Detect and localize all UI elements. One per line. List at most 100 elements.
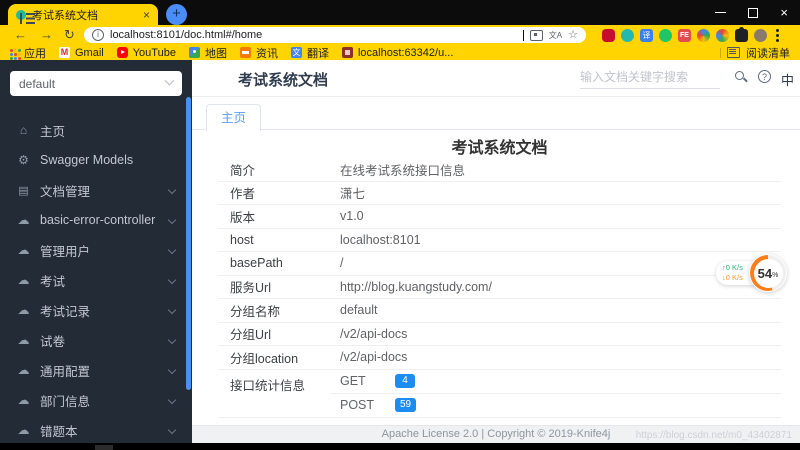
close-icon[interactable]: × bbox=[780, 6, 788, 19]
row-label: 接口统计信息 bbox=[230, 378, 306, 393]
sidebar-menu-item[interactable]: 试卷 bbox=[0, 325, 192, 355]
menu-item-label: 考试 bbox=[40, 274, 66, 289]
bookmark-label: 地图 bbox=[204, 47, 227, 60]
sidebar-menu-item[interactable]: 错题本 bbox=[0, 415, 192, 445]
url-bar[interactable]: i localhost:8101/doc.html#/home 文A ☆ bbox=[84, 27, 586, 43]
bookmark-favicon bbox=[188, 47, 200, 58]
menu-fold-icon[interactable] bbox=[20, 13, 37, 24]
doc-search[interactable] bbox=[580, 68, 720, 89]
count-badge: 4 bbox=[395, 374, 415, 388]
minimize-icon[interactable] bbox=[715, 12, 727, 13]
reading-list-area: 阅读清单 bbox=[720, 45, 790, 61]
menu-item-label: 考试记录 bbox=[40, 304, 91, 319]
menu-item-icon bbox=[16, 333, 31, 347]
group-select[interactable]: default bbox=[10, 71, 182, 96]
reload-icon[interactable]: ↻ bbox=[64, 25, 75, 45]
key-extension-icon[interactable] bbox=[659, 28, 672, 42]
menu-item-icon bbox=[16, 303, 31, 317]
chevron-down-icon bbox=[167, 305, 177, 315]
chevron-down-icon bbox=[167, 335, 177, 345]
bookmark-item[interactable]: 翻译 bbox=[290, 45, 329, 61]
row-value: v1.0 bbox=[340, 209, 364, 224]
forward-icon[interactable]: → bbox=[40, 25, 53, 45]
translate-extension-icon[interactable]: 译 bbox=[640, 28, 653, 42]
http-method: POST bbox=[340, 398, 375, 412]
sidebar-menu-item[interactable]: 考试 bbox=[0, 265, 192, 295]
menu-item-icon bbox=[16, 423, 31, 437]
doc-tabbar: 主页 bbox=[192, 97, 800, 131]
menu-item-icon bbox=[16, 273, 31, 287]
bookmark-label: 应用 bbox=[24, 47, 46, 60]
menu-item-icon bbox=[16, 213, 31, 227]
percent-ring-widget[interactable]: 54 % bbox=[749, 254, 787, 292]
search-icon[interactable] bbox=[735, 71, 748, 84]
bookmarks-bar: 应用 Gmail YouTube 地图 bbox=[0, 45, 800, 60]
menu-item-icon bbox=[16, 393, 31, 407]
sidebar-menu-item[interactable]: 部门信息 bbox=[0, 385, 192, 415]
drive-extension-icon[interactable] bbox=[697, 28, 710, 42]
bookmark-item[interactable]: 应用 bbox=[10, 45, 46, 61]
row-label: 分组Url bbox=[230, 328, 271, 343]
reading-list-icon bbox=[727, 47, 740, 58]
percent-value: 54 bbox=[757, 265, 773, 281]
bookmark-item[interactable]: 地图 bbox=[188, 45, 227, 61]
window-controls: × bbox=[715, 0, 800, 25]
maximize-icon[interactable] bbox=[748, 7, 759, 18]
bookmark-favicon bbox=[239, 47, 251, 58]
bookmark-label: localhost:63342/u... bbox=[357, 46, 454, 59]
row-label: 分组location bbox=[230, 351, 299, 366]
sidebar-menu-item[interactable]: 考试记录 bbox=[0, 295, 192, 325]
bookmark-star-icon[interactable]: ☆ bbox=[568, 30, 578, 41]
chevron-down-icon bbox=[167, 245, 177, 255]
profile-avatar[interactable] bbox=[754, 28, 767, 42]
adblock-extension-icon[interactable] bbox=[602, 28, 615, 42]
chevron-down-icon bbox=[167, 275, 177, 285]
new-tab-button[interactable]: + bbox=[166, 4, 187, 25]
back-icon[interactable]: ← bbox=[14, 25, 27, 45]
sidebar-menu-item[interactable]: 主页 bbox=[0, 115, 192, 145]
bookmark-favicon bbox=[59, 47, 70, 58]
bookmark-item[interactable]: localhost:63342/u... bbox=[341, 45, 454, 61]
info-rows: 简介 在线考试系统接口信息 作者 潇七 版本 v1.0 host localho… bbox=[218, 158, 781, 370]
bookmark-favicon bbox=[290, 47, 302, 58]
sidebar-menu-item[interactable]: Swagger Models bbox=[0, 145, 192, 175]
tab-home[interactable]: 主页 bbox=[206, 104, 262, 131]
menu-item-label: 试卷 bbox=[40, 334, 66, 349]
url-text[interactable]: localhost:8101/doc.html#/home bbox=[110, 29, 521, 41]
language-toggle[interactable]: 中 bbox=[781, 70, 794, 89]
fe-extension-icon[interactable]: FE bbox=[678, 28, 691, 42]
bookmark-label: Gmail bbox=[75, 46, 104, 59]
api-stat-item: GET 4 bbox=[330, 370, 781, 393]
sidebar-menu-item[interactable]: basic-error-controller bbox=[0, 205, 192, 235]
sidebar-menu-item[interactable]: 通用配置 bbox=[0, 355, 192, 385]
menu-item-label: 部门信息 bbox=[40, 394, 91, 409]
browser-menu-icon[interactable] bbox=[776, 33, 779, 37]
sidebar-menu-item[interactable]: 文档管理 bbox=[0, 175, 192, 205]
table-row: 简介 在线考试系统接口信息 bbox=[218, 158, 781, 182]
sidebar-menu-item[interactable]: 管理用户 bbox=[0, 235, 192, 265]
chevron-down-icon bbox=[167, 395, 177, 405]
sidebar-scrollbar[interactable] bbox=[186, 97, 191, 390]
tab-close-icon[interactable]: × bbox=[143, 9, 150, 21]
menu-item-label: Swagger Models bbox=[40, 153, 134, 167]
bookmark-item[interactable]: 资讯 bbox=[239, 45, 278, 61]
http-method: GET bbox=[340, 374, 366, 388]
chevron-down-icon bbox=[167, 185, 177, 195]
extensions-puzzle-icon[interactable] bbox=[735, 26, 748, 42]
photos-extension-icon[interactable] bbox=[716, 28, 729, 42]
bookmark-favicon bbox=[341, 47, 353, 58]
bookmarks-list: 应用 Gmail YouTube 地图 bbox=[10, 45, 453, 61]
bookmark-label: 资讯 bbox=[255, 47, 278, 60]
help-icon[interactable]: ? bbox=[758, 70, 771, 83]
teal-extension-icon[interactable] bbox=[621, 28, 634, 42]
reading-list-label[interactable]: 阅读清单 bbox=[746, 45, 790, 61]
bookmark-item[interactable]: Gmail bbox=[59, 45, 104, 61]
search-input[interactable] bbox=[580, 68, 720, 89]
bookmark-item[interactable]: YouTube bbox=[116, 45, 176, 61]
site-info-icon[interactable]: i bbox=[92, 29, 104, 41]
row-value: 潇七 bbox=[340, 187, 366, 202]
media-cast-icon[interactable] bbox=[529, 29, 543, 41]
browser-titlebar: 考试系统文档 × + × bbox=[0, 0, 800, 25]
translate-page-icon[interactable]: 文A bbox=[549, 30, 562, 41]
main-content: 考试系统文档 简介 在线考试系统接口信息 作者 潇七 版本 v1.0 host … bbox=[192, 130, 800, 425]
